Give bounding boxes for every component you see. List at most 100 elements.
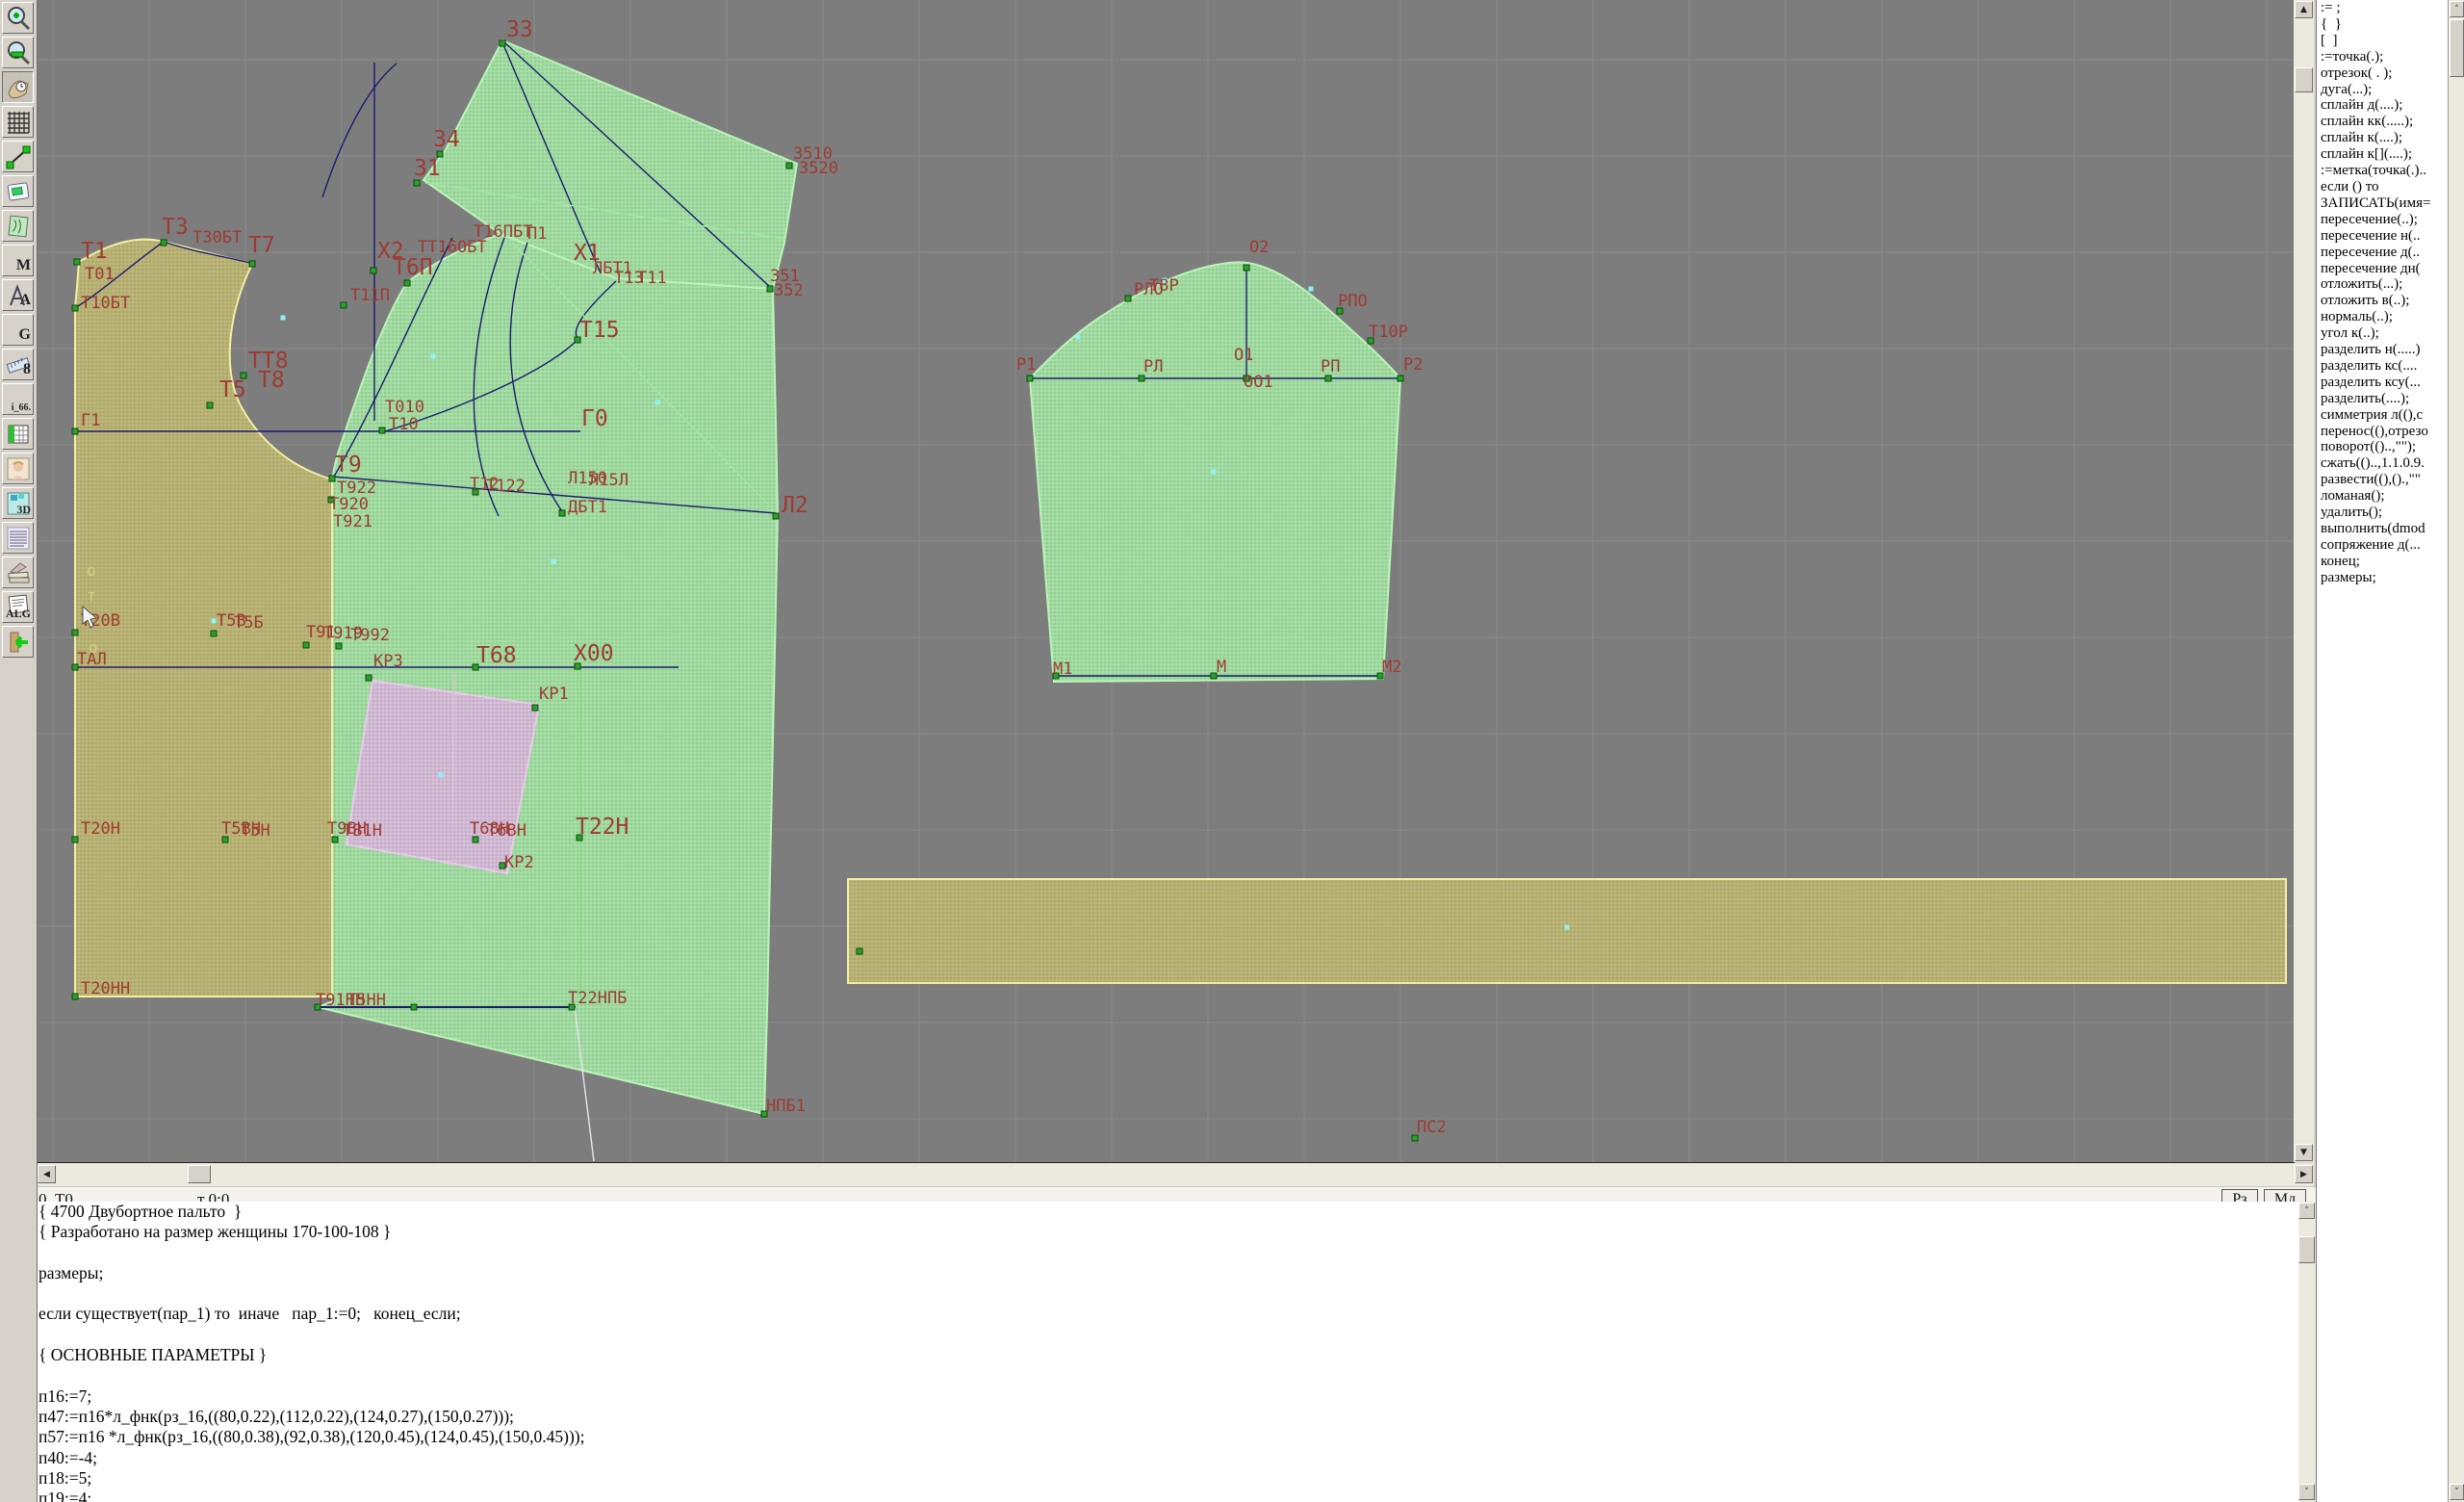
- code-editor[interactable]: { 4700 Двубортное пальто }{ Разработано …: [0, 1202, 2298, 1502]
- command-item-14[interactable]: пересечение н(..: [2317, 228, 2449, 245]
- command-item-33[interactable]: сопряжение д(...: [2317, 537, 2449, 554]
- point-marker[interactable]: [72, 428, 78, 434]
- point-marker[interactable]: [74, 259, 80, 265]
- point-marker[interactable]: [532, 705, 538, 711]
- point-marker[interactable]: [1244, 265, 1249, 271]
- ruler-button[interactable]: 8: [2, 349, 34, 380]
- command-item-0[interactable]: := ;: [2317, 0, 2449, 16]
- algorithm-button[interactable]: ALG: [2, 591, 34, 623]
- command-item-15[interactable]: пересечение д(..: [2317, 245, 2449, 261]
- command-item-31[interactable]: удалить();: [2317, 505, 2449, 521]
- point-marker[interactable]: [1125, 296, 1131, 301]
- command-item-20[interactable]: угол к(..);: [2317, 325, 2449, 342]
- point-marker[interactable]: [411, 1004, 417, 1010]
- fitting-tool-button[interactable]: [2, 71, 34, 103]
- point-marker[interactable]: [341, 302, 346, 308]
- grid-button[interactable]: [2, 106, 34, 138]
- command-item-1[interactable]: { }: [2317, 16, 2449, 33]
- canvas-scroll-right-icon[interactable]: ▶: [2295, 1165, 2313, 1183]
- editor-scroll-up-icon[interactable]: ˄: [2298, 1203, 2315, 1219]
- point-marker[interactable]: [336, 643, 342, 649]
- command-item-24[interactable]: разделить(....);: [2317, 391, 2449, 407]
- canvas-hscroll-thumb[interactable]: [188, 1165, 211, 1183]
- command-item-11[interactable]: если () то: [2317, 179, 2449, 195]
- table-button[interactable]: [2, 418, 34, 450]
- point-marker[interactable]: [72, 994, 78, 999]
- point-marker[interactable]: [773, 513, 779, 519]
- grading-button[interactable]: G: [2, 314, 34, 346]
- point-marker[interactable]: [161, 240, 167, 246]
- command-item-8[interactable]: сплайн к(....);: [2317, 130, 2449, 146]
- command-item-6[interactable]: сплайн д(....);: [2317, 97, 2449, 114]
- command-item-9[interactable]: сплайн к[](....);: [2317, 146, 2449, 163]
- exit-button[interactable]: [2, 626, 34, 658]
- sheet-button[interactable]: [2, 175, 34, 207]
- point-marker[interactable]: [371, 268, 376, 273]
- point-marker[interactable]: [786, 163, 792, 168]
- command-item-12[interactable]: ЗАПИСАТЬ(имя=: [2317, 195, 2449, 212]
- point-marker[interactable]: [211, 631, 217, 636]
- drafting-button[interactable]: A: [2, 279, 34, 311]
- command-item-34[interactable]: конец;: [2317, 554, 2449, 570]
- editor-scroll-down-icon[interactable]: ˅: [2298, 1484, 2315, 1500]
- sizes-info-button[interactable]: i_66.: [2, 383, 34, 415]
- canvas-hscrollbar[interactable]: ◀ ▶: [37, 1163, 2314, 1186]
- model-photo-button[interactable]: [2, 453, 34, 484]
- command-item-18[interactable]: отложить в(..);: [2317, 293, 2449, 309]
- command-item-5[interactable]: дуга(...);: [2317, 82, 2449, 98]
- point-marker[interactable]: [559, 510, 565, 516]
- point-marker[interactable]: [72, 837, 78, 842]
- point-marker[interactable]: [249, 261, 255, 267]
- canvas-scroll-left-icon[interactable]: ◀: [38, 1165, 56, 1183]
- belt-strip-piece[interactable]: [848, 879, 2286, 983]
- command-item-17[interactable]: отложить(...);: [2317, 276, 2449, 293]
- zoom-in-button[interactable]: [2, 2, 34, 34]
- drawing-canvas[interactable]: Т1Т01Т10БТТ3Т30БТТ7ТТ8Т8Т5Г1Т9Т922Т920Т9…: [37, 0, 2295, 1163]
- point-marker[interactable]: [857, 948, 862, 954]
- point-marker[interactable]: [366, 675, 372, 681]
- front-piece[interactable]: [318, 234, 778, 1114]
- command-item-16[interactable]: пересечение дн(: [2317, 261, 2449, 277]
- point-marker[interactable]: [404, 280, 410, 286]
- command-item-2[interactable]: [ ]: [2317, 33, 2449, 49]
- command-item-26[interactable]: перенос((),отрезо: [2317, 424, 2449, 440]
- command-item-32[interactable]: выполнить(dmod: [2317, 521, 2449, 537]
- point-marker[interactable]: [303, 642, 309, 648]
- command-item-25[interactable]: симметрия л((),с: [2317, 407, 2449, 424]
- command-item-29[interactable]: развести((),().,"": [2317, 472, 2449, 488]
- point-marker[interactable]: [1027, 376, 1033, 381]
- command-item-27[interactable]: поворот(()..,"");: [2317, 439, 2449, 455]
- library-button[interactable]: [2, 557, 34, 588]
- command-item-7[interactable]: сплайн кк(.....);: [2317, 114, 2449, 130]
- canvas-scroll-down-icon[interactable]: ▼: [2295, 1144, 2313, 1161]
- commands-scroll-down-icon[interactable]: ˅: [2450, 1484, 2464, 1500]
- commands-vscrollbar[interactable]: ˄ ˅: [2448, 0, 2464, 1502]
- point-marker[interactable]: [500, 40, 505, 46]
- point-marker[interactable]: [72, 630, 78, 635]
- command-item-30[interactable]: ломаная();: [2317, 488, 2449, 505]
- command-item-13[interactable]: пересечение(..);: [2317, 212, 2449, 228]
- editor-vscroll-thumb[interactable]: [2298, 1236, 2315, 1263]
- notes-button[interactable]: [2, 522, 34, 554]
- command-item-22[interactable]: разделить кс(....: [2317, 358, 2449, 375]
- point-marker[interactable]: [767, 286, 773, 292]
- commands-vscroll-thumb[interactable]: [2450, 19, 2464, 77]
- command-item-10[interactable]: :=метка(точка(.)..: [2317, 163, 2449, 179]
- point-marker[interactable]: [379, 427, 385, 433]
- command-item-3[interactable]: :=точка(.);: [2317, 49, 2449, 65]
- command-item-19[interactable]: нормаль(..);: [2317, 309, 2449, 325]
- command-item-23[interactable]: разделить ксу(...: [2317, 375, 2449, 391]
- editor-vscrollbar[interactable]: ˄ ˅: [2298, 1202, 2316, 1502]
- commands-scroll-up-icon[interactable]: ˄: [2450, 1, 2464, 17]
- canvas-vscroll-thumb[interactable]: [2295, 67, 2313, 92]
- zoom-out-button[interactable]: [2, 37, 34, 68]
- segment-tool-button[interactable]: [2, 141, 34, 172]
- command-item-28[interactable]: сжать(()..,1.1.0.9.: [2317, 455, 2449, 472]
- command-item-21[interactable]: разделить н(.....): [2317, 342, 2449, 358]
- pattern-sheet-button[interactable]: [2, 210, 34, 242]
- point-marker[interactable]: [1398, 376, 1403, 381]
- measurements-button[interactable]: M: [2, 245, 34, 276]
- pattern-drawing[interactable]: Т1Т01Т10БТТ3Т30БТТ7ТТ8Т8Т5Г1Т9Т922Т920Т9…: [37, 0, 2294, 1162]
- point-marker[interactable]: [72, 305, 78, 311]
- canvas-scroll-up-icon[interactable]: ▲: [2295, 1, 2313, 18]
